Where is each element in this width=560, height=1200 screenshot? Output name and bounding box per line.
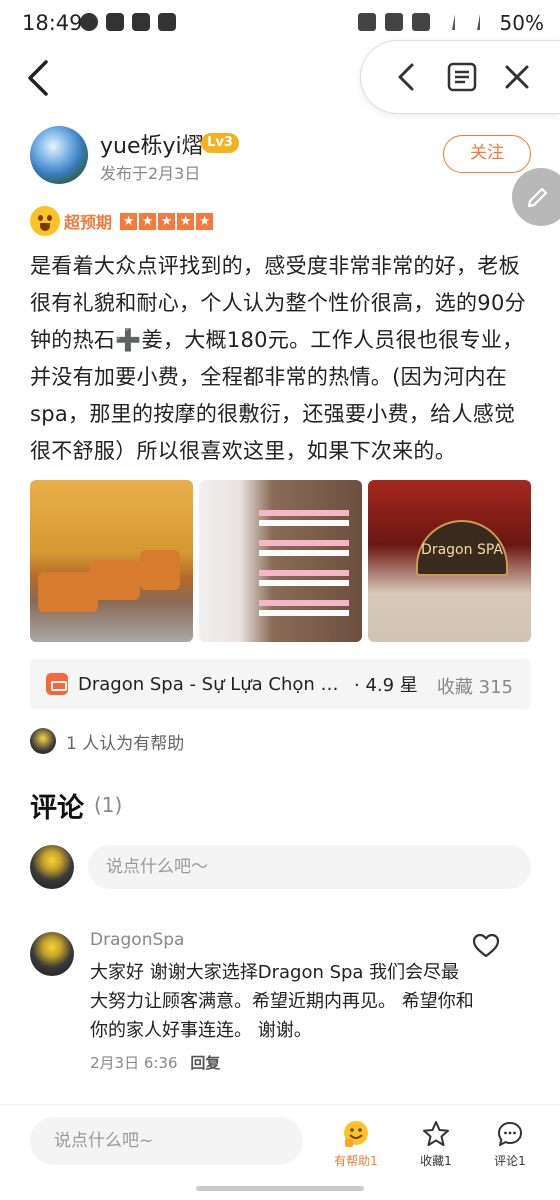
signal-icon: [439, 14, 455, 30]
back-button[interactable]: [22, 58, 58, 98]
mini-program-capsule: [360, 40, 560, 114]
massage-chair: [90, 560, 140, 600]
helpful-button[interactable]: 有帮助1: [326, 1120, 386, 1169]
back-arrow-icon: [28, 60, 48, 96]
pencil-icon: [527, 187, 548, 208]
alarm-icon: [385, 13, 403, 31]
edit-fab[interactable]: [512, 168, 560, 226]
helpful-row: 1 人认为有帮助: [30, 728, 184, 754]
star-icon: ★: [177, 212, 195, 230]
wifi-icon: [412, 13, 430, 31]
follow-button[interactable]: 关注: [443, 135, 531, 173]
capsule-back-button[interactable]: [389, 59, 425, 95]
star-icon: ★: [139, 212, 157, 230]
nail-polish-shelf: [259, 610, 349, 616]
favorite-button[interactable]: 收藏1: [406, 1120, 466, 1169]
review-photo[interactable]: Dragon SPA: [368, 480, 531, 642]
reply-author-name[interactable]: DragonSpa: [90, 930, 184, 950]
star-icon: ★: [120, 212, 138, 230]
review-text: 是看着大众点评找到的，感受度非常非常的好，老板很有礼貌和耐心，个人认为整个性价很…: [30, 254, 526, 463]
messenger-icon: [80, 13, 98, 31]
review-photo[interactable]: [199, 480, 362, 642]
shop-rating: · 4.9 星: [354, 675, 418, 696]
capsule-close-button[interactable]: [499, 59, 535, 95]
review-photo[interactable]: [30, 480, 193, 642]
publish-date: 发布于2月3日: [100, 164, 201, 183]
star-rating: ★ ★ ★ ★ ★: [120, 212, 214, 230]
review-photos: Dragon SPA: [30, 480, 531, 642]
comment-bubble-icon: [498, 1122, 522, 1146]
reply-date: 2月3日 6:36: [90, 1054, 178, 1072]
nail-polish-shelf: [259, 550, 349, 556]
helpful-label: 有帮助1: [334, 1154, 378, 1168]
shop-card[interactable]: Dragon Spa - Sự Lựa Chọn Hoàn Hảo · 4.9 …: [30, 659, 531, 709]
shop-icon: [46, 673, 68, 695]
star-icon: ★: [196, 212, 214, 230]
helpful-count: 1 人认为有帮助: [66, 733, 185, 754]
massage-chair: [140, 550, 180, 590]
battery-level: 50%: [499, 11, 544, 35]
comments-title: 评论: [30, 793, 84, 824]
star-icon: ★: [158, 212, 176, 230]
excited-face-icon: [30, 206, 60, 236]
massage-chair: [38, 572, 98, 612]
level-badge: Lv3: [201, 133, 239, 153]
heart-icon: [472, 933, 500, 958]
gallery-icon: [106, 13, 124, 31]
comment-button[interactable]: 评论1: [480, 1120, 540, 1169]
mute-icon: [358, 13, 376, 31]
home-indicator[interactable]: [196, 1186, 364, 1191]
star-outline-icon: [423, 1121, 449, 1146]
reply-author-avatar[interactable]: [30, 932, 74, 976]
shop-favorites: 收藏 315: [436, 677, 513, 698]
helpful-user-avatar: [30, 728, 56, 754]
comments-count: (1): [94, 793, 123, 817]
status-time: 18:49: [22, 11, 83, 35]
translate-icon: [132, 13, 150, 31]
comment-label: 评论1: [494, 1154, 526, 1168]
author-name[interactable]: yue栎yi熠: [100, 128, 204, 160]
reply-meta: 2月3日 6:36 回复: [90, 1052, 220, 1073]
bottom-divider: [0, 1104, 560, 1105]
bottom-comment-input[interactable]: 说点什么吧~: [30, 1117, 303, 1165]
system-icons: [358, 13, 480, 31]
current-user-avatar: [30, 845, 74, 889]
document-menu-icon: [447, 62, 476, 92]
favorite-label: 收藏1: [420, 1154, 452, 1168]
author-avatar[interactable]: [30, 126, 88, 184]
rating-label: 超预期: [64, 213, 113, 232]
reply-button[interactable]: 回复: [190, 1054, 220, 1072]
shop-name: Dragon Spa - Sự Lựa Chọn Hoàn Hảo: [78, 673, 346, 695]
rating-row: 超预期 ★ ★ ★ ★ ★: [30, 204, 214, 238]
comment-input[interactable]: 说点什么吧～: [88, 845, 531, 889]
checkbox-icon: [158, 13, 176, 31]
dragon-spa-logo: Dragon SPA: [416, 520, 508, 576]
signal-icon-2: [464, 14, 480, 30]
nail-polish-shelf: [259, 520, 349, 526]
chevron-left-icon: [398, 63, 413, 91]
like-button[interactable]: [472, 932, 500, 960]
reply-text: 大家好 谢谢大家选择Dragon Spa 我们会尽最大努力让顾客满意。希望近期内…: [90, 962, 474, 1041]
notification-icons: [80, 13, 176, 31]
thumbs-up-face-icon: [344, 1121, 368, 1147]
capsule-menu-button[interactable]: [444, 59, 480, 95]
close-icon: [505, 65, 528, 89]
nail-polish-shelf: [259, 580, 349, 586]
